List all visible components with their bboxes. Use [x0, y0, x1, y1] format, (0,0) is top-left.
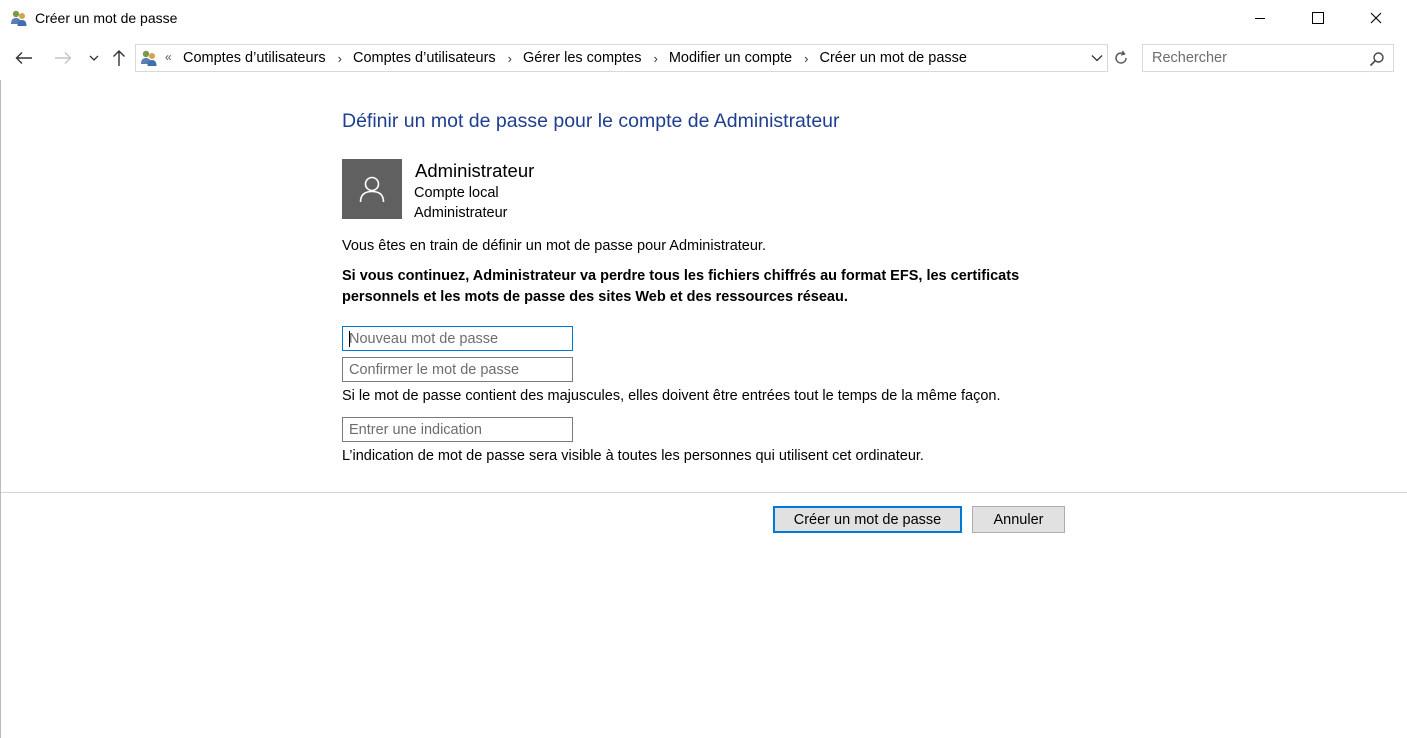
chevron-right-icon[interactable]: ›: [508, 51, 512, 66]
confirm-password-field[interactable]: [342, 357, 573, 382]
info-text: Vous êtes en train de définir un mot de …: [342, 238, 766, 254]
password-hint-input[interactable]: [343, 418, 572, 441]
breadcrumb-item-current[interactable]: Créer un mot de passe: [819, 50, 967, 66]
cancel-button[interactable]: Annuler: [972, 506, 1065, 533]
search-icon[interactable]: [1369, 51, 1385, 67]
hint-visibility-note: L’indication de mot de passe sera visibl…: [342, 448, 924, 464]
close-button[interactable]: [1347, 0, 1405, 36]
minimize-icon: [1255, 18, 1265, 19]
chevron-down-icon: [1091, 55, 1103, 62]
recent-locations-button[interactable]: [82, 46, 106, 70]
window-title: Créer un mot de passe: [35, 10, 178, 26]
breadcrumb-item[interactable]: Comptes d’utilisateurs: [353, 50, 496, 66]
account-role: Administrateur: [414, 205, 508, 221]
breadcrumb-overflow[interactable]: «: [165, 50, 172, 64]
create-password-button[interactable]: Créer un mot de passe: [773, 506, 962, 533]
chevron-right-icon[interactable]: ›: [653, 51, 657, 66]
avatar: [342, 159, 402, 219]
title-bar: Créer un mot de passe: [0, 0, 1407, 36]
minimize-button[interactable]: [1231, 0, 1289, 36]
page-title: Définir un mot de passe pour le compte d…: [342, 110, 840, 132]
new-password-field[interactable]: [342, 326, 573, 351]
breadcrumb-item[interactable]: Comptes d’utilisateurs: [183, 50, 326, 66]
user-accounts-icon: [10, 9, 28, 27]
confirm-password-input[interactable]: [343, 358, 572, 381]
account-name: Administrateur: [415, 160, 535, 181]
divider: [1, 492, 1407, 493]
chevron-right-icon[interactable]: ›: [804, 51, 808, 66]
password-hint-field[interactable]: [342, 417, 573, 442]
new-password-input[interactable]: [343, 327, 572, 350]
arrow-left-icon: [15, 52, 32, 64]
search-input[interactable]: [1143, 45, 1363, 71]
close-icon: [1370, 12, 1382, 24]
forward-button[interactable]: [51, 46, 75, 70]
address-bar[interactable]: « Comptes d’utilisateurs › Comptes d’uti…: [135, 44, 1108, 72]
navigation-bar: « Comptes d’utilisateurs › Comptes d’uti…: [0, 36, 1407, 80]
address-history-dropdown[interactable]: [1088, 49, 1106, 67]
user-icon: [359, 176, 385, 203]
case-sensitivity-note: Si le mot de passe contient des majuscul…: [342, 388, 1001, 404]
refresh-icon: [1115, 50, 1127, 64]
window-border: [0, 80, 1, 738]
up-button[interactable]: [107, 46, 131, 70]
account-type: Compte local: [414, 185, 499, 201]
breadcrumb-item[interactable]: Modifier un compte: [669, 50, 792, 66]
refresh-button[interactable]: [1109, 44, 1133, 72]
breadcrumb-item[interactable]: Gérer les comptes: [523, 50, 641, 66]
efs-warning-text: Si vous continuez, Administrateur va per…: [342, 268, 1020, 305]
user-accounts-icon: [139, 49, 159, 67]
maximize-button[interactable]: [1289, 0, 1347, 36]
maximize-icon: [1312, 12, 1324, 24]
text-caret: [349, 331, 350, 347]
arrow-up-icon: [113, 50, 125, 66]
back-button[interactable]: [12, 46, 36, 70]
breadcrumb: Comptes d’utilisateurs › Comptes d’utili…: [183, 50, 967, 66]
arrow-right-icon: [55, 52, 72, 64]
search-box[interactable]: [1142, 44, 1394, 72]
chevron-down-icon: [89, 55, 99, 61]
chevron-right-icon[interactable]: ›: [338, 51, 342, 66]
